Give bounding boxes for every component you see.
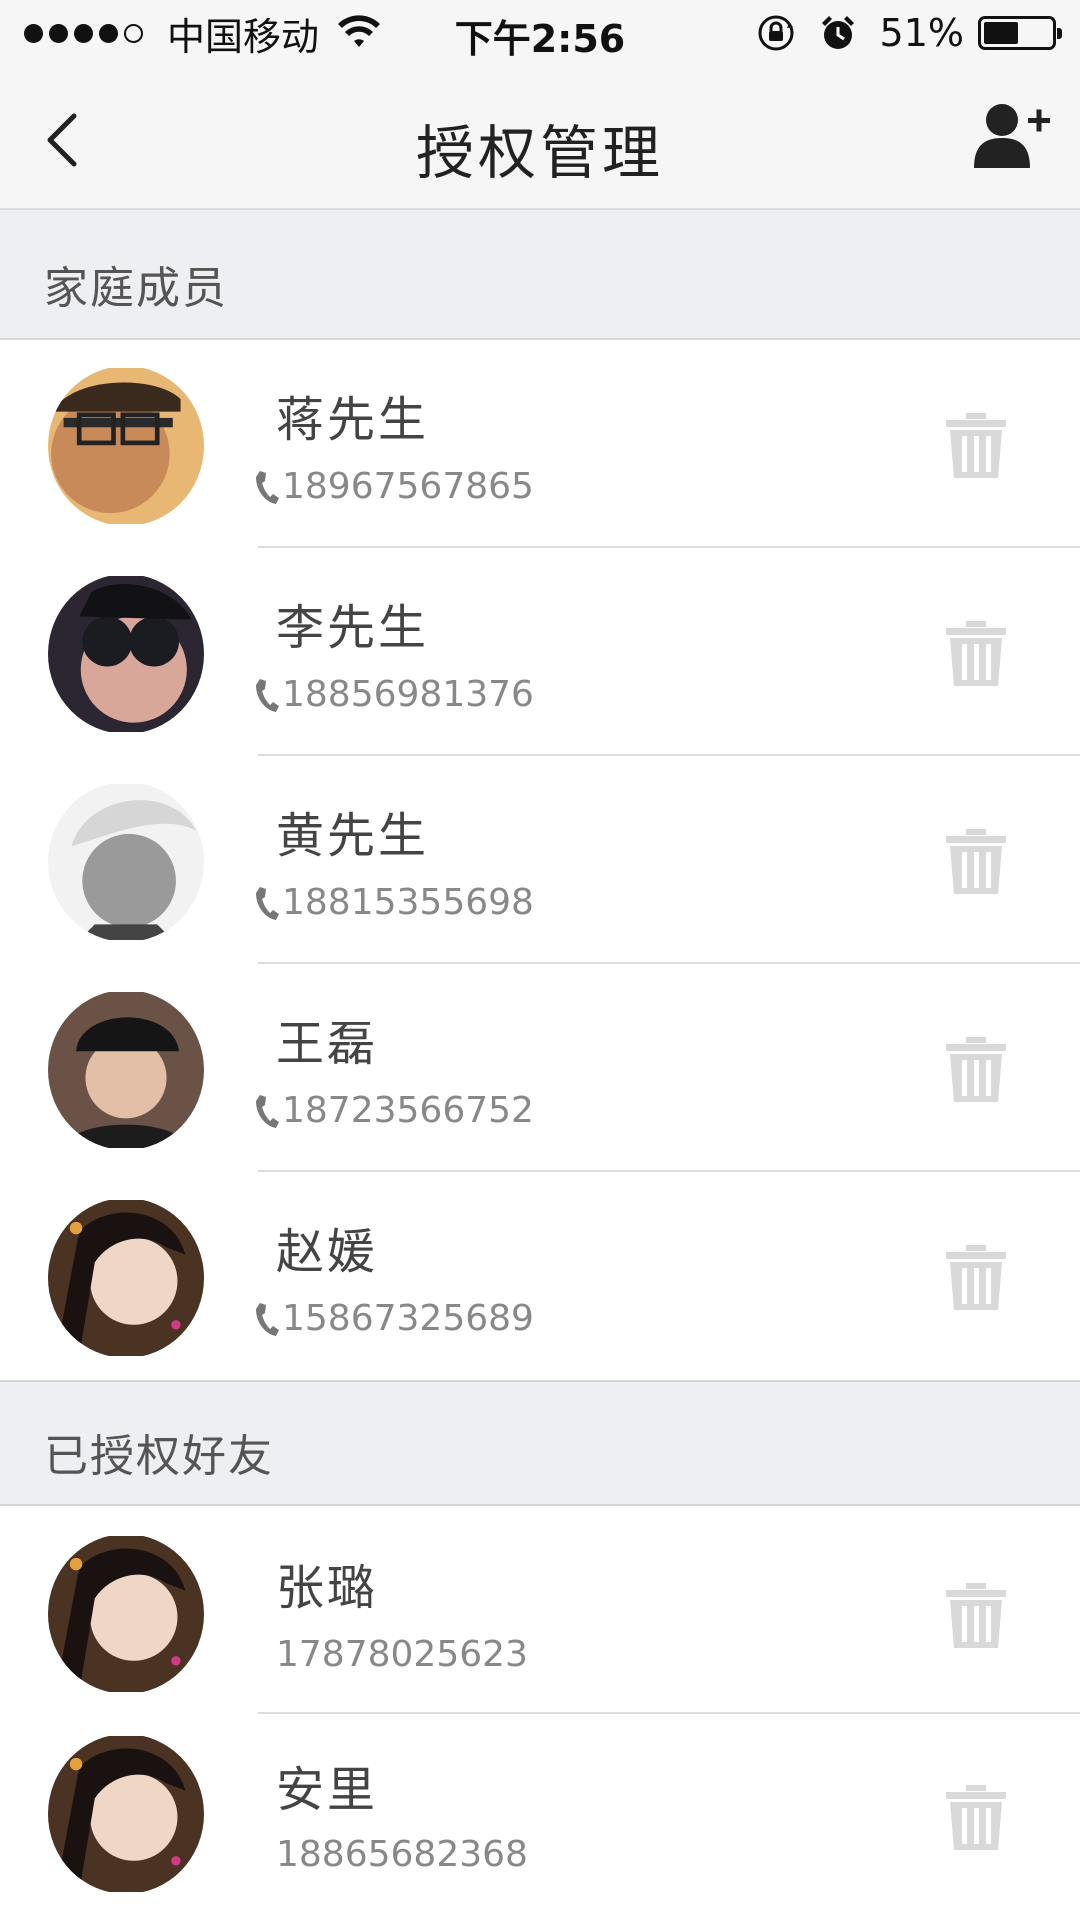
member-name: 李先生	[276, 600, 430, 656]
member-name: 赵媛	[276, 1224, 379, 1280]
avatar	[48, 366, 204, 526]
phone-icon	[256, 678, 279, 712]
list-item[interactable]: 黄先生 18815355698	[0, 756, 1080, 964]
member-phone: 18723566752	[254, 1090, 534, 1131]
trash-icon[interactable]	[944, 1034, 1008, 1104]
member-phone: 18865682368	[276, 1834, 528, 1875]
section-header-friends: 已授权好友	[0, 1380, 1080, 1506]
list-item[interactable]: 安里 18865682368	[0, 1714, 1080, 1920]
phone-icon	[256, 886, 279, 920]
section-label: 家庭成员	[44, 263, 228, 314]
list-item[interactable]: 张璐 17878025623	[0, 1506, 1080, 1714]
trash-icon[interactable]	[944, 1580, 1008, 1650]
section-label: 已授权好友	[44, 1431, 274, 1482]
member-name: 王磊	[276, 1016, 379, 1072]
add-user-icon[interactable]	[972, 102, 1052, 172]
avatar	[48, 1734, 204, 1894]
member-phone: 18856981376	[254, 674, 534, 715]
phone-number: 18865682368	[276, 1834, 528, 1875]
member-name: 黄先生	[276, 808, 430, 864]
friend-list: 张璐 17878025623 安里 18865682368	[0, 1506, 1080, 1920]
phone-number: 15867325689	[282, 1298, 534, 1339]
phone-icon	[256, 1094, 279, 1128]
phone-number: 18815355698	[282, 882, 534, 923]
phone-number: 18723566752	[282, 1090, 534, 1131]
member-phone: 18815355698	[254, 882, 534, 923]
trash-icon[interactable]	[944, 826, 1008, 896]
member-name: 张璐	[276, 1560, 379, 1616]
member-phone: 15867325689	[254, 1298, 534, 1339]
page-title: 授权管理	[415, 119, 664, 187]
phone-number: 18967567865	[282, 466, 534, 507]
orientation-lock-icon	[758, 15, 794, 51]
trash-icon[interactable]	[944, 618, 1008, 688]
member-name: 安里	[276, 1762, 379, 1818]
list-item[interactable]: 赵媛 15867325689	[0, 1172, 1080, 1380]
family-member-list: 蒋先生 18967567865 李先生 18856981376 黄先生 1881…	[0, 340, 1080, 1380]
section-header-family: 家庭成员	[0, 210, 1080, 340]
member-phone: 18967567865	[254, 466, 534, 507]
member-name: 蒋先生	[276, 392, 430, 448]
status-bar: 中国移动 下午2:56 51%	[0, 0, 1080, 66]
phone-number: 18856981376	[282, 674, 534, 715]
avatar	[48, 1198, 204, 1358]
list-item[interactable]: 李先生 18856981376	[0, 548, 1080, 756]
status-right: 51%	[756, 8, 1062, 58]
alarm-icon	[821, 16, 854, 49]
avatar	[48, 574, 204, 734]
phone-icon	[256, 1302, 279, 1336]
list-item[interactable]: 王磊 18723566752	[0, 964, 1080, 1172]
trash-icon[interactable]	[944, 1242, 1008, 1312]
avatar	[48, 782, 204, 942]
list-item[interactable]: 蒋先生 18967567865	[0, 340, 1080, 548]
phone-number: 17878025623	[276, 1634, 528, 1675]
nav-bar: 授权管理	[0, 66, 1080, 210]
battery-icon	[978, 16, 1062, 50]
trash-icon[interactable]	[944, 1782, 1008, 1852]
avatar	[48, 1534, 204, 1694]
phone-icon	[256, 470, 279, 504]
battery-percent: 51%	[879, 11, 964, 55]
trash-icon[interactable]	[944, 410, 1008, 480]
member-phone: 17878025623	[276, 1634, 528, 1675]
avatar	[48, 990, 204, 1150]
